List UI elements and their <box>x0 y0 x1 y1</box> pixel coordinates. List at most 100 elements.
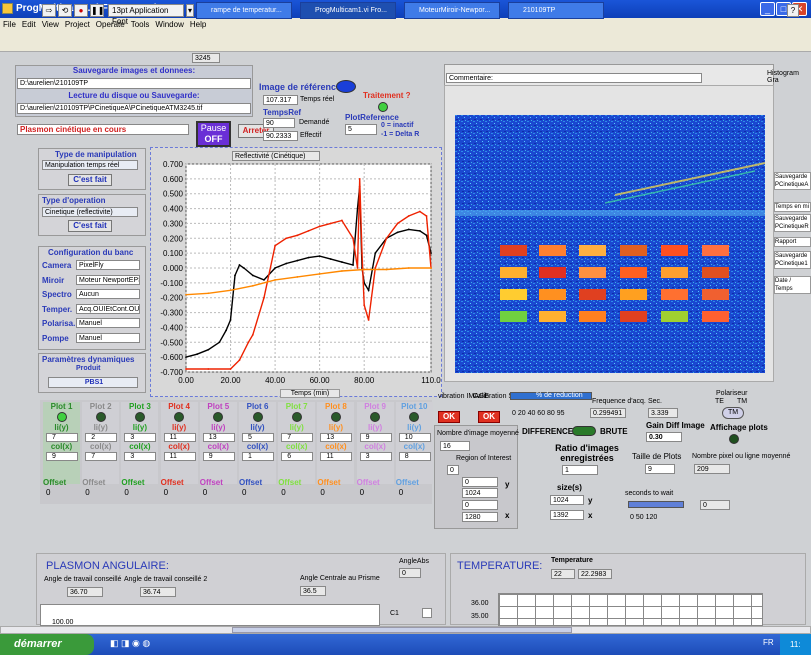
c1-input[interactable] <box>422 608 432 618</box>
plot-col-input[interactable]: 3 <box>124 452 157 461</box>
plotref-input[interactable]: 5 <box>345 124 377 135</box>
task-moteurmiroir[interactable]: MoteurMiroir-Newpor... <box>404 2 500 19</box>
vibration-ok-button[interactable]: OK <box>438 411 460 423</box>
plot-offset-input[interactable]: 0 <box>360 488 394 497</box>
banc-value[interactable]: Moteur NewportEPS <box>76 274 140 285</box>
plasmon-image[interactable] <box>455 115 765 373</box>
menu-project[interactable]: Project <box>65 20 90 29</box>
plot-led[interactable] <box>134 412 145 422</box>
plot-offset-input[interactable]: 0 <box>399 488 433 497</box>
wait-slider[interactable] <box>628 501 684 508</box>
start-button[interactable]: démarrer <box>0 634 94 655</box>
abort-icon[interactable]: ● <box>74 4 88 17</box>
plot-li-input[interactable]: 10 <box>398 433 431 442</box>
plot-led[interactable] <box>252 412 263 422</box>
taille-input[interactable]: 9 <box>645 464 675 474</box>
demande-input[interactable]: 90 <box>263 118 295 128</box>
reflectivity-chart[interactable]: 0.7000.6000.5000.4000.3000.2000.1000.000… <box>150 160 442 398</box>
plot-col-input[interactable]: 6 <box>281 452 314 461</box>
gain-input[interactable]: 0.30 <box>646 432 682 442</box>
plot-col-input[interactable]: 1 <box>242 452 274 461</box>
operation-select[interactable]: Cinetique (reflectivite) <box>42 207 138 217</box>
roi-input[interactable]: 1024 <box>462 488 498 498</box>
plot-offset-input[interactable]: 0 <box>281 488 315 497</box>
plot-col-input[interactable]: 11 <box>163 452 196 461</box>
plot-col-input[interactable]: 9 <box>46 452 78 461</box>
help-icon[interactable]: ? <box>787 4 799 17</box>
plot-offset-input[interactable]: 0 <box>85 488 119 497</box>
task-rampe[interactable]: rampe de temperatur... <box>196 2 292 19</box>
menu-edit[interactable]: Edit <box>22 20 36 29</box>
plot-col-input[interactable]: 7 <box>85 452 118 461</box>
plot-li-input[interactable]: 3 <box>124 433 157 442</box>
plot-li-input[interactable]: 13 <box>202 433 235 442</box>
plot-li-input[interactable]: 2 <box>85 433 118 442</box>
manip-select[interactable]: Manipulation temps réel <box>42 160 138 170</box>
manip-done-button[interactable]: C'est fait <box>68 174 112 186</box>
task-progmulticam[interactable]: ProgMulticam1.vi Fro... <box>300 2 396 19</box>
plot-led[interactable] <box>370 412 381 422</box>
temperature-graph[interactable] <box>498 593 763 626</box>
menu-help[interactable]: Help <box>190 20 206 29</box>
plot-li-input[interactable]: 9 <box>359 433 392 442</box>
angulaire-graph[interactable] <box>40 604 380 626</box>
language-indicator[interactable]: FR <box>763 638 774 647</box>
run-arrow-icon[interactable]: ⇨ <box>42 4 56 17</box>
read-path-input[interactable]: D:\aurelien\210109TP\PCinetiqueA\PCineti… <box>17 103 251 114</box>
plot-offset-input[interactable]: 0 <box>124 488 158 497</box>
save-path-input[interactable]: D:\aurelien\210109TP <box>17 78 251 89</box>
roi-input[interactable]: 0 <box>462 477 498 487</box>
chevron-down-icon[interactable]: ▾ <box>186 4 194 17</box>
plot-led[interactable] <box>95 412 106 422</box>
banc-value[interactable]: PixelFly <box>76 260 140 270</box>
comment-input[interactable]: Commentaire: <box>446 73 702 83</box>
plot-led[interactable] <box>56 412 67 422</box>
nb-image-input[interactable]: 16 <box>440 441 470 451</box>
produit-select[interactable]: PBS1 <box>48 377 138 388</box>
plot-led[interactable] <box>330 412 341 422</box>
plot-li-input[interactable]: 11 <box>163 433 196 442</box>
plot-col-input[interactable]: 9 <box>202 452 235 461</box>
menu-view[interactable]: View <box>42 20 59 29</box>
plot-li-input[interactable]: 5 <box>242 433 274 442</box>
plot-col-input[interactable]: 8 <box>398 452 431 461</box>
traitement-led[interactable] <box>378 102 388 112</box>
plot-led[interactable] <box>291 412 302 422</box>
menu-file[interactable]: File <box>3 20 16 29</box>
affichage-led[interactable] <box>729 434 739 444</box>
roi-input[interactable]: 0 <box>447 465 459 475</box>
menu-tools[interactable]: Tools <box>131 20 150 29</box>
operation-done-button[interactable]: C'est fait <box>68 220 112 232</box>
roi-input[interactable]: 0 <box>462 500 498 510</box>
plot-led[interactable] <box>213 412 224 422</box>
polariseur-toggle[interactable]: TM <box>722 407 744 419</box>
plot-offset-input[interactable]: 0 <box>46 488 80 497</box>
reference-button[interactable] <box>336 80 356 93</box>
scroll-thumb[interactable] <box>232 627 572 633</box>
roi-input[interactable]: 1280 <box>462 512 498 522</box>
calibration-ok-button[interactable]: OK <box>478 411 500 423</box>
plot-col-input[interactable]: 3 <box>359 452 392 461</box>
plot-li-input[interactable]: 7 <box>281 433 314 442</box>
plot-li-input[interactable]: 7 <box>46 433 78 442</box>
plot-col-input[interactable]: 11 <box>320 452 353 461</box>
plot-led[interactable] <box>409 412 420 422</box>
banc-value[interactable]: Aucun <box>76 289 140 299</box>
plot-led[interactable] <box>174 412 185 422</box>
menu-window[interactable]: Window <box>155 20 183 29</box>
plot-li-input[interactable]: 13 <box>320 433 353 442</box>
run-continuous-icon[interactable]: ⟲ <box>58 4 72 17</box>
minimize-button[interactable]: _ <box>760 2 775 16</box>
banc-value[interactable]: Manuel <box>76 318 140 328</box>
ratio-input[interactable]: 1 <box>562 465 598 475</box>
plot-offset-input[interactable]: 0 <box>242 488 276 497</box>
quick-launch-icons[interactable]: ◧ ◨ ◉ ◍ <box>110 638 170 651</box>
font-select[interactable]: 13pt Application Font <box>108 4 184 26</box>
banc-value[interactable]: Acq.OUIEtCont.OUI <box>76 303 140 314</box>
banc-value[interactable]: Manuel <box>76 332 140 343</box>
plot-offset-input[interactable]: 0 <box>320 488 354 497</box>
difference-toggle[interactable] <box>572 426 596 436</box>
plot-offset-input[interactable]: 0 <box>203 488 237 497</box>
plot-offset-input[interactable]: 0 <box>164 488 198 497</box>
task-folder[interactable]: 210109TP <box>508 2 604 19</box>
